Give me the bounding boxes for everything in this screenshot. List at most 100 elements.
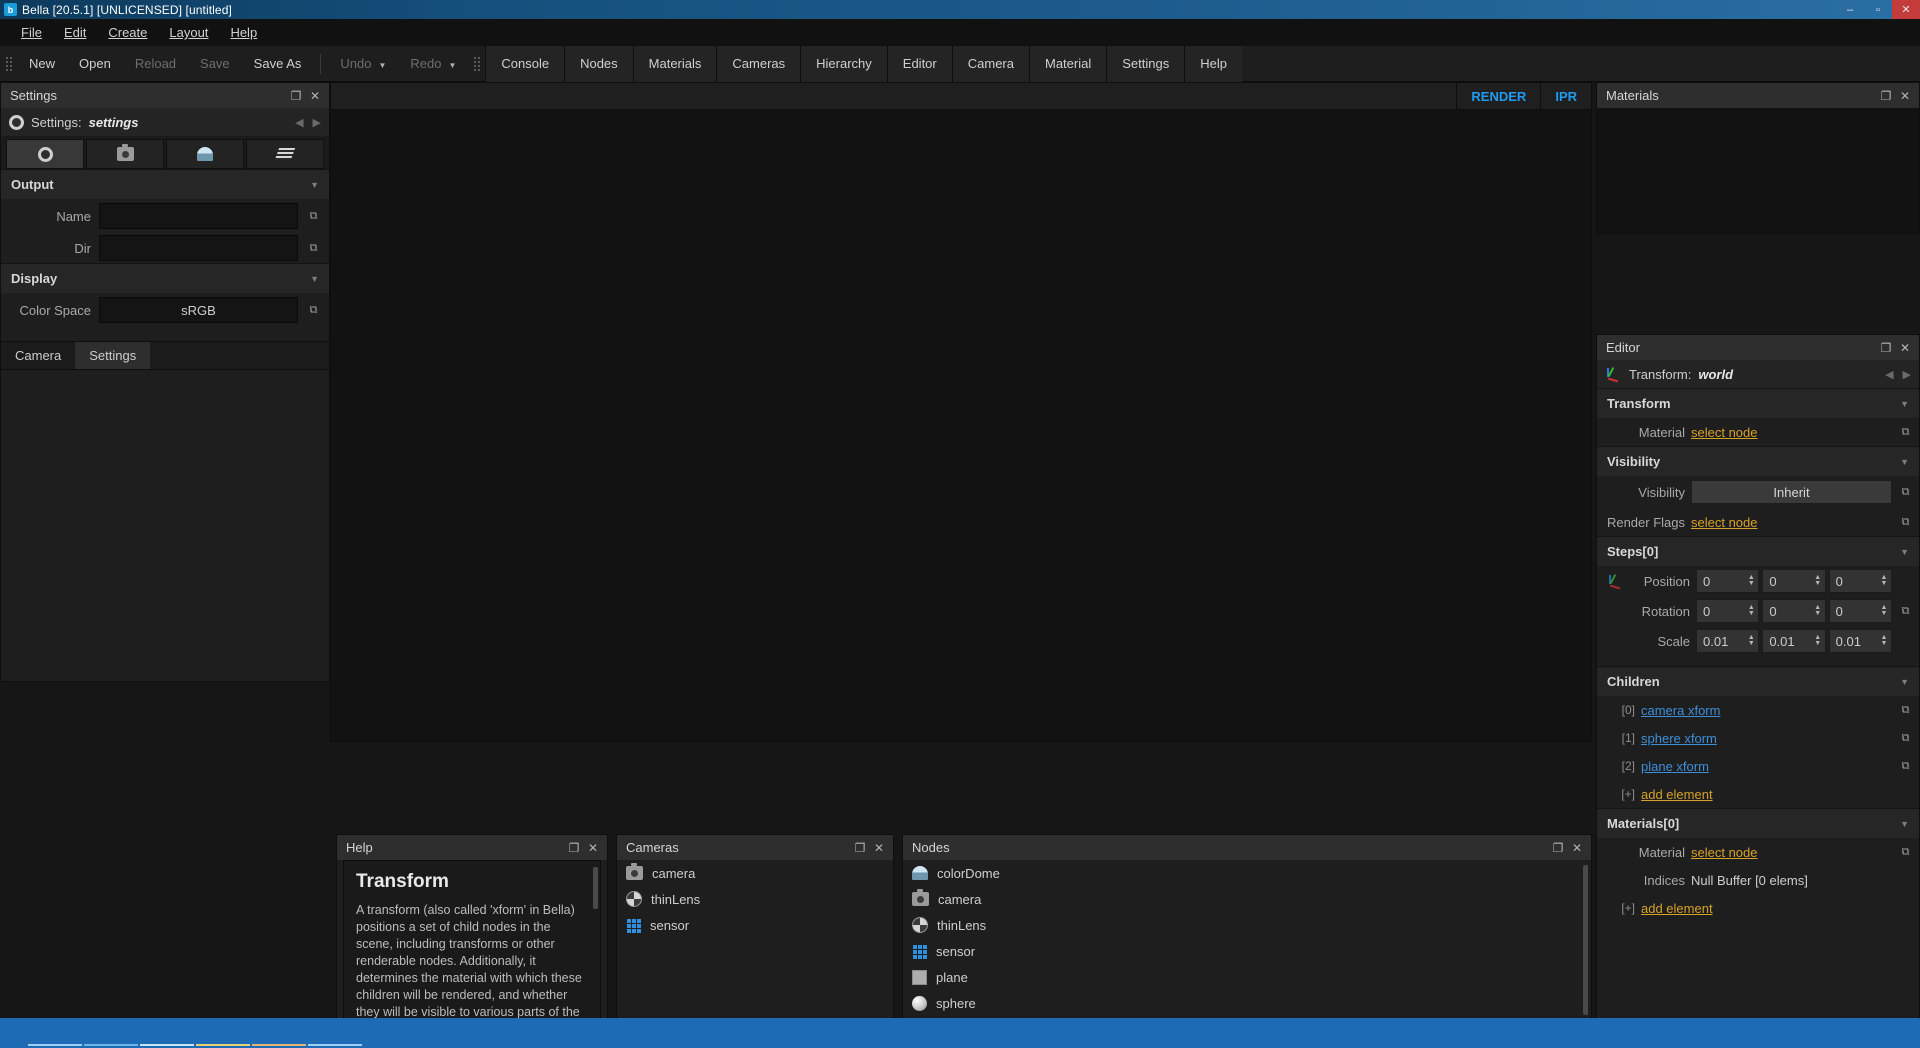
position-y-stepper[interactable]: 0 ▲ ▼ [1762,569,1826,593]
float-icon[interactable]: ❐ [288,88,304,104]
stepper-arrows-icon[interactable]: ▲ ▼ [1744,634,1758,647]
position-z-stepper[interactable]: 0 ▲ ▼ [1828,569,1892,593]
chevron-down-icon[interactable]: ▼ [310,180,319,190]
maximize-button[interactable]: ▫ [1864,0,1892,19]
close-icon[interactable]: ✕ [871,840,887,856]
visibility-dropdown[interactable]: Inherit [1691,480,1892,504]
node-item[interactable]: colorDome [903,860,1591,886]
next-icon[interactable]: ▶ [313,116,321,129]
float-icon[interactable]: ❐ [566,840,582,856]
children-add-element-link[interactable]: add element [1641,787,1713,802]
prev-icon[interactable]: ◀ [295,116,303,129]
chevron-down-icon[interactable]: ▼ [448,61,456,70]
toolbar-tab-material[interactable]: Material [1029,45,1107,82]
section-children[interactable]: Children ▼ [1597,666,1919,696]
ipr-button[interactable]: IPR [1540,83,1591,109]
toolbar-tab-cameras[interactable]: Cameras [716,45,801,82]
external-link-icon[interactable]: ⧉ [1898,425,1913,440]
stepper-arrows-icon[interactable]: ▲ ▼ [1811,604,1825,617]
tab-camera[interactable] [86,139,164,169]
tab-camera-bottom[interactable]: Camera [1,342,75,369]
taskbar-item[interactable] [140,1020,194,1046]
menu-help[interactable]: Help [219,21,268,44]
save-as-button[interactable]: Save As [242,51,314,76]
chevron-down-icon[interactable]: ▼ [1900,677,1909,687]
section-steps[interactable]: Steps[0] ▼ [1597,536,1919,566]
close-icon[interactable]: ✕ [307,88,323,104]
toolbar-tab-editor[interactable]: Editor [886,45,952,82]
stepper-arrows-icon[interactable]: ▲ ▼ [1811,574,1825,587]
toolbar-tab-camera[interactable]: Camera [951,45,1029,82]
float-icon[interactable]: ❐ [1878,88,1894,104]
tab-layers[interactable] [246,139,324,169]
materials-add-element-link[interactable]: add element [1641,901,1713,916]
node-item[interactable]: camera [903,886,1591,912]
output-dir-input[interactable] [99,235,298,261]
external-link-icon[interactable]: ⧉ [306,241,321,256]
stepper-arrows-icon[interactable]: ▲ ▼ [1877,604,1891,617]
external-link-icon[interactable]: ⧉ [1898,845,1913,860]
section-output[interactable]: Output ▼ [1,169,329,199]
toolbar-grip-2[interactable] [472,52,481,76]
external-link-icon[interactable]: ⧉ [1898,703,1913,718]
taskbar-item[interactable] [28,1020,82,1046]
camera-item[interactable]: thinLens [617,886,893,912]
chevron-down-icon[interactable]: ▼ [1900,457,1909,467]
toolbar-tab-console[interactable]: Console [485,45,565,82]
tab-settings-bottom[interactable]: Settings [75,342,151,369]
taskbar-item[interactable] [84,1020,138,1046]
external-link-icon[interactable]: ⧉ [1898,515,1913,530]
section-transform[interactable]: Transform ▼ [1597,388,1919,418]
float-icon[interactable]: ❐ [852,840,868,856]
materials-material-select-node-link[interactable]: select node [1691,845,1758,860]
rotation-x-stepper[interactable]: 0 ▲ ▼ [1696,599,1760,623]
close-icon[interactable]: ✕ [585,840,601,856]
open-button[interactable]: Open [67,51,123,76]
child-link[interactable]: plane xform [1641,759,1709,774]
render-button[interactable]: RENDER [1456,83,1540,109]
node-item[interactable]: thinLens [903,912,1591,938]
scale-z-stepper[interactable]: 0.01 ▲ ▼ [1828,629,1892,653]
close-icon[interactable]: ✕ [1897,340,1913,356]
toolbar-grip[interactable] [4,52,13,76]
menu-edit[interactable]: Edit [53,21,97,44]
external-link-icon[interactable]: ⧉ [306,303,321,318]
external-link-icon[interactable]: ⧉ [1898,485,1913,500]
stepper-arrows-icon[interactable]: ▲ ▼ [1877,574,1891,587]
close-icon[interactable]: ✕ [1569,840,1585,856]
section-materials[interactable]: Materials[0] ▼ [1597,808,1919,838]
camera-item[interactable]: camera [617,860,893,886]
camera-item[interactable]: sensor [617,912,893,938]
chevron-down-icon[interactable]: ▼ [310,274,319,284]
new-button[interactable]: New [17,51,67,76]
rotation-y-stepper[interactable]: 0 ▲ ▼ [1762,599,1826,623]
section-visibility[interactable]: Visibility ▼ [1597,446,1919,476]
close-button[interactable]: ✕ [1892,0,1920,19]
node-item[interactable]: sphere [903,990,1591,1016]
scale-y-stepper[interactable]: 0.01 ▲ ▼ [1762,629,1826,653]
section-display[interactable]: Display ▼ [1,263,329,293]
stepper-arrows-icon[interactable]: ▲ ▼ [1811,634,1825,647]
external-link-icon[interactable]: ⧉ [1898,604,1913,619]
scale-x-stepper[interactable]: 0.01 ▲ ▼ [1696,629,1760,653]
prev-icon[interactable]: ◀ [1885,368,1893,381]
undo-button[interactable]: Undo ▼ [328,51,398,76]
position-x-stepper[interactable]: 0 ▲ ▼ [1696,569,1760,593]
tab-general[interactable] [6,139,84,169]
toolbar-tab-nodes[interactable]: Nodes [564,45,633,82]
render-flags-select-node-link[interactable]: select node [1691,515,1758,530]
close-icon[interactable]: ✕ [1897,88,1913,104]
child-link[interactable]: camera xform [1641,703,1720,718]
child-link[interactable]: sphere xform [1641,731,1717,746]
next-icon[interactable]: ▶ [1903,368,1911,381]
menu-layout[interactable]: Layout [158,21,219,44]
chevron-down-icon[interactable]: ▼ [1900,819,1909,829]
taskbar-item[interactable] [196,1020,250,1046]
rotation-z-stepper[interactable]: 0 ▲ ▼ [1828,599,1892,623]
taskbar-item[interactable] [252,1020,306,1046]
menu-create[interactable]: Create [97,21,158,44]
help-scrollbar[interactable] [593,867,598,909]
viewport-canvas[interactable] [331,110,1591,741]
tab-environment[interactable] [166,139,244,169]
transform-material-select-node-link[interactable]: select node [1691,425,1758,440]
